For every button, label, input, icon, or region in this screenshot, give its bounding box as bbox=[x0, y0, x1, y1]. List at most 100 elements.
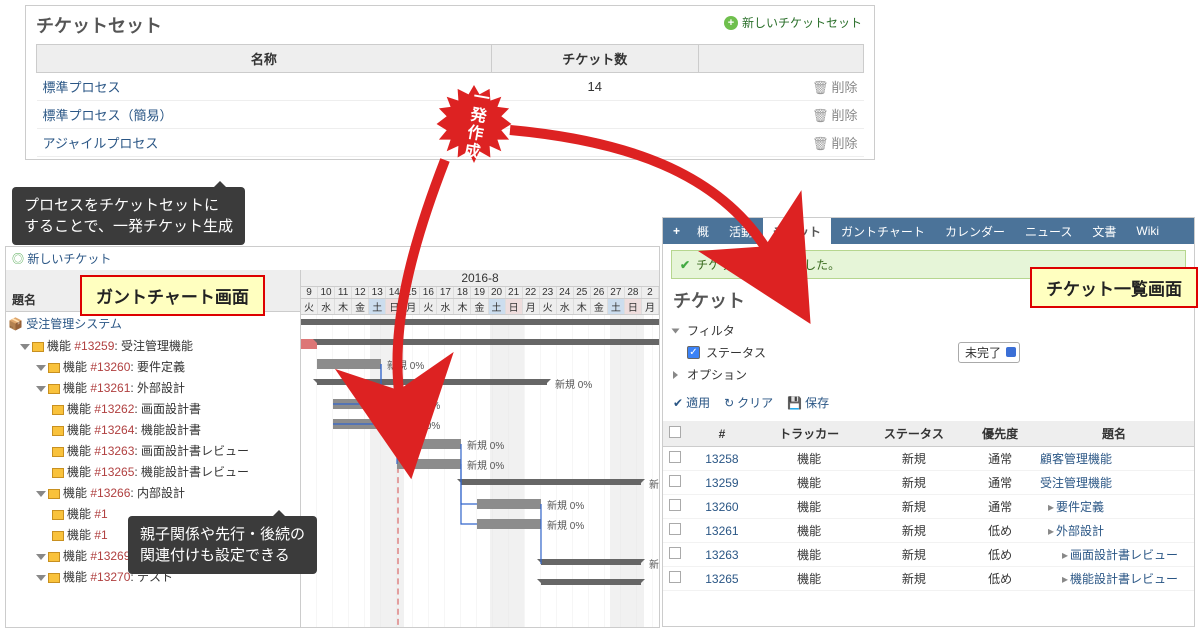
col-name: 名称 bbox=[37, 45, 492, 73]
ticket-subject[interactable]: 顧客管理機能 bbox=[1034, 447, 1194, 471]
chevron-down-icon[interactable] bbox=[36, 575, 46, 581]
table-row[interactable]: 13261 機能 新規 低め ▸外部設計 bbox=[663, 519, 1194, 543]
gantt-bar[interactable] bbox=[301, 319, 659, 325]
ticket-table: # トラッカー ステータス 優先度 題名 13258 機能 新規 通常 顧客管理… bbox=[663, 421, 1194, 591]
chevron-down-icon[interactable] bbox=[36, 386, 46, 392]
col-subject[interactable]: 題名 bbox=[1034, 421, 1194, 447]
check-icon: ✔ bbox=[673, 396, 683, 410]
ticket-subject[interactable]: ▸機能設計書レビュー bbox=[1034, 567, 1194, 591]
tab-gantt[interactable]: ガントチャート bbox=[831, 218, 935, 245]
delete-link[interactable]: 🗑削除 bbox=[698, 73, 863, 101]
ticketset-name[interactable]: 標準プロセス bbox=[37, 73, 492, 101]
gantt-tree: 題名 📦 受注管理システム 機能 #13259: 受注管理機能機能 #13260… bbox=[6, 270, 301, 628]
chevron-down-icon[interactable] bbox=[672, 328, 680, 333]
gantt-bar-label: 新規 0% bbox=[547, 517, 584, 532]
chevron-right-icon[interactable] bbox=[673, 371, 678, 379]
gantt-bar[interactable] bbox=[333, 419, 397, 429]
gantt-bar-label: 新規 0% bbox=[547, 497, 584, 512]
col-status[interactable]: ステータス bbox=[862, 421, 967, 447]
ticket-subject[interactable]: 受注管理機能 bbox=[1034, 471, 1194, 495]
new-ticketset-link[interactable]: + 新しいチケットセット bbox=[724, 14, 862, 31]
gantt-tree-item[interactable]: 機能 #13263: 画面設計書レビュー bbox=[6, 440, 300, 461]
tabs: + 概 活動 チケット ガントチャート カレンダー ニュース 文書 Wiki bbox=[663, 218, 1194, 244]
arrow-right-icon: ▸ bbox=[1048, 500, 1054, 514]
ticket-number[interactable]: 13258 bbox=[687, 447, 757, 471]
ticketset-count bbox=[491, 101, 698, 129]
tab-plus[interactable]: + bbox=[663, 219, 687, 243]
chevron-down-icon[interactable] bbox=[36, 491, 46, 497]
gantt-bar[interactable] bbox=[397, 459, 461, 469]
gantt-tree-item[interactable]: 機能 #13266: 内部設計 bbox=[6, 482, 300, 503]
table-row[interactable]: 13258 機能 新規 通常 顧客管理機能 bbox=[663, 447, 1194, 471]
gantt-bar[interactable] bbox=[541, 559, 641, 565]
chevron-down-icon[interactable] bbox=[36, 554, 46, 560]
row-checkbox bbox=[669, 547, 681, 559]
gantt-bar[interactable] bbox=[461, 479, 641, 485]
delete-link[interactable]: 🗑削除 bbox=[698, 101, 863, 129]
ticket-subject[interactable]: ▸要件定義 bbox=[1034, 495, 1194, 519]
gantt-grid: 新規 0%新規 0%新規 0%新規 0%新規 0%新規 0%新規 0%新規 0%… bbox=[301, 315, 659, 628]
gantt-bar-label: 新規 0% bbox=[387, 357, 424, 372]
status-select[interactable]: 未完了 bbox=[958, 342, 1020, 363]
gantt-tree-item[interactable]: 機能 #13260: 要件定義 bbox=[6, 356, 300, 377]
ticketset-count: 14 bbox=[491, 73, 698, 101]
folder-icon bbox=[52, 510, 64, 520]
ticket-number[interactable]: 13263 bbox=[687, 543, 757, 567]
ticket-number[interactable]: 13259 bbox=[687, 471, 757, 495]
ticket-subject[interactable]: ▸外部設計 bbox=[1034, 519, 1194, 543]
gantt-bar[interactable] bbox=[317, 339, 659, 345]
gantt-bar[interactable] bbox=[541, 579, 641, 585]
gantt-tree-item[interactable]: 機能 #13265: 機能設計書レビュー bbox=[6, 461, 300, 482]
gantt-tree-item[interactable]: 機能 #13264: 機能設計書 bbox=[6, 419, 300, 440]
gantt-bar[interactable] bbox=[317, 359, 381, 369]
folder-icon bbox=[52, 426, 64, 436]
new-ticket-link[interactable]: 新しいチケット bbox=[27, 252, 111, 266]
gantt-bar-label: 新規 0% bbox=[403, 417, 440, 432]
ticket-number[interactable]: 13265 bbox=[687, 567, 757, 591]
status-checkbox[interactable]: ✓ bbox=[687, 346, 700, 359]
gantt-bar[interactable] bbox=[333, 399, 397, 409]
tab-wiki[interactable]: Wiki bbox=[1126, 219, 1169, 243]
ticket-number[interactable]: 13260 bbox=[687, 495, 757, 519]
gantt-screen-label: ガントチャート画面 bbox=[80, 275, 265, 316]
gantt-tree-item[interactable]: 機能 #13262: 画面設計書 bbox=[6, 398, 300, 419]
tab-tickets[interactable]: チケット bbox=[763, 218, 831, 245]
gantt-bar-label: 新規 0% bbox=[403, 397, 440, 412]
gantt-bar[interactable] bbox=[477, 519, 541, 529]
chevron-down-icon[interactable] bbox=[20, 344, 30, 350]
table-row[interactable]: 13260 機能 新規 通常 ▸要件定義 bbox=[663, 495, 1194, 519]
gantt-bar[interactable] bbox=[317, 379, 547, 385]
table-row[interactable]: 13265 機能 新規 低め ▸機能設計書レビュー bbox=[663, 567, 1194, 591]
tab-news[interactable]: ニュース bbox=[1015, 218, 1082, 245]
clear-link[interactable]: ↻クリア bbox=[724, 394, 773, 411]
trash-icon: 🗑 bbox=[812, 136, 829, 151]
col-priority[interactable]: 優先度 bbox=[966, 421, 1034, 447]
status-label: ステータス bbox=[706, 344, 766, 361]
save-link[interactable]: 💾保存 bbox=[787, 394, 829, 411]
tab-docs[interactable]: 文書 bbox=[1082, 218, 1126, 245]
row-checkbox bbox=[669, 523, 681, 535]
tab-calendar[interactable]: カレンダー bbox=[935, 218, 1015, 245]
col-num[interactable]: # bbox=[687, 421, 757, 447]
check-icon: ✔ bbox=[680, 258, 690, 272]
plus-icon: + bbox=[724, 16, 738, 30]
delete-link[interactable]: 🗑削除 bbox=[698, 129, 863, 157]
gantt-tree-item[interactable]: 機能 #13261: 外部設計 bbox=[6, 377, 300, 398]
ticket-subject[interactable]: ▸画面設計書レビュー bbox=[1034, 543, 1194, 567]
row-checkbox bbox=[669, 571, 681, 583]
tab-overview[interactable]: 概 bbox=[687, 218, 719, 245]
ticketset-count: 0 bbox=[491, 129, 698, 157]
col-tracker[interactable]: トラッカー bbox=[757, 421, 862, 447]
ticketset-name[interactable]: 標準プロセス（簡易） bbox=[37, 101, 492, 129]
gantt-bar[interactable] bbox=[477, 499, 541, 509]
checkbox-all bbox=[669, 426, 681, 438]
gantt-tree-item[interactable]: 機能 #13259: 受注管理機能 bbox=[6, 335, 300, 356]
gantt-bar[interactable] bbox=[397, 439, 461, 449]
table-row[interactable]: 13263 機能 新規 低め ▸画面設計書レビュー bbox=[663, 543, 1194, 567]
tab-activity[interactable]: 活動 bbox=[719, 218, 763, 245]
chevron-down-icon[interactable] bbox=[36, 365, 46, 371]
table-row[interactable]: 13259 機能 新規 通常 受注管理機能 bbox=[663, 471, 1194, 495]
apply-link[interactable]: ✔適用 bbox=[673, 394, 710, 411]
ticket-number[interactable]: 13261 bbox=[687, 519, 757, 543]
ticketset-name[interactable]: アジャイルプロセス bbox=[37, 129, 492, 157]
